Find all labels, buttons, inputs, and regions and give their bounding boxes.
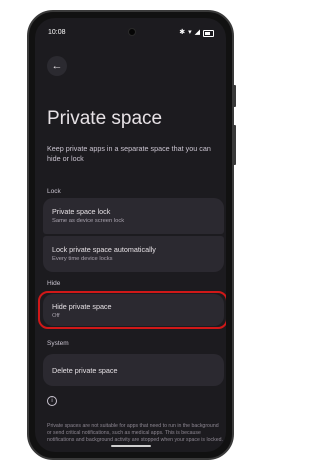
setting-private-space-lock[interactable]: Private space lock Same as device screen…	[43, 198, 224, 234]
setting-title: Private space lock	[52, 207, 111, 216]
setting-delete-private-space[interactable]: Delete private space	[43, 354, 224, 386]
list-item: Lock private space automatically Every t…	[52, 245, 156, 262]
setting-title: Delete private space	[52, 366, 118, 375]
status-time: 10:08	[48, 29, 66, 36]
section-hide: Hide	[47, 280, 61, 287]
setting-subtitle: Every time device locks	[52, 256, 113, 262]
setting-subtitle: Same as device screen lock	[52, 218, 125, 224]
setting-title: Lock private space automatically	[52, 245, 156, 254]
bluetooth-icon: ✱	[179, 29, 186, 36]
front-camera	[127, 28, 136, 36]
list-item: Delete private space	[52, 366, 118, 375]
footer-note: Private spaces are not suitable for apps…	[47, 423, 223, 443]
status-bar: 10:08 ✱ ▾ ◢	[35, 28, 226, 40]
power-button	[233, 85, 236, 107]
screen: 10:08 ✱ ▾ ◢ ← Private space Keep private…	[35, 18, 226, 452]
back-button[interactable]: ←	[47, 56, 67, 76]
volume-button	[233, 125, 236, 165]
setting-lock-automatically[interactable]: Lock private space automatically Every t…	[43, 236, 224, 272]
status-icons: ✱ ▾ ◢	[179, 29, 214, 37]
section-system: System	[47, 340, 69, 347]
signal-icon: ◢	[194, 29, 200, 36]
list-item: Private space lock Same as device screen…	[52, 207, 124, 224]
phone-frame: 10:08 ✱ ▾ ◢ ← Private space Keep private…	[27, 10, 234, 460]
arrow-left-icon: ←	[51, 60, 63, 72]
gesture-bar[interactable]	[110, 445, 151, 447]
page-title: Private space	[47, 108, 163, 129]
battery-icon	[203, 29, 214, 37]
section-lock: Lock	[47, 188, 61, 195]
page-description: Keep private apps in a separate space th…	[47, 144, 211, 163]
info-icon: i	[47, 396, 57, 406]
highlight-box	[38, 291, 226, 329]
wifi-icon: ▾	[188, 29, 192, 36]
